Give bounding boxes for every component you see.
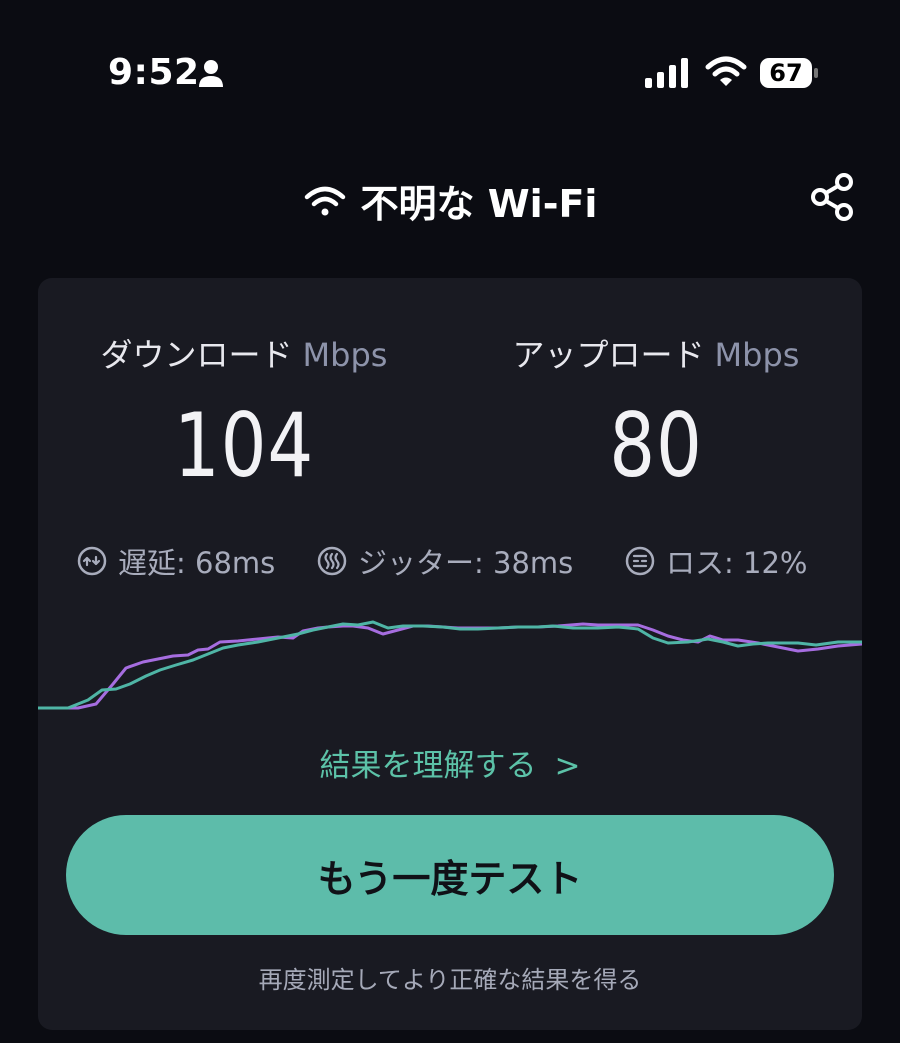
speed-graph (38, 620, 862, 710)
network-name: 不明な Wi-Fi (360, 182, 598, 226)
download-value: 104 (173, 394, 315, 497)
header: 不明な Wi-Fi (0, 165, 900, 235)
download-header: ダウンロード Mbps (38, 330, 450, 376)
upload-header: アップロード Mbps (450, 330, 862, 376)
loss-metric: ロス: 12% (624, 540, 807, 582)
jitter-text: ジッター: 38ms (358, 546, 574, 580)
result-card: ダウンロード Mbps 104 アップロード Mbps 80 遅延: 68ms ジ (38, 278, 862, 1030)
latency-metric: 遅延: 68ms (76, 540, 275, 582)
upload-value: 80 (609, 394, 703, 497)
wifi-icon (304, 186, 345, 215)
download-unit: Mbps (302, 336, 388, 374)
upload-unit: Mbps (714, 336, 800, 374)
jitter-metric: ジッター: 38ms (316, 540, 573, 582)
status-bar: 9:52 67 (0, 0, 900, 140)
latency-text: 遅延: 68ms (118, 546, 276, 580)
understand-link-text: 結果を理解する (319, 748, 537, 784)
loss-text: ロス: 12% (666, 546, 808, 580)
understand-results-link[interactable]: 結果を理解する > (38, 740, 862, 785)
network-title-group: 不明な Wi-Fi (303, 173, 598, 228)
download-label: ダウンロード (100, 336, 293, 374)
status-time: 9:52 (108, 52, 200, 93)
jitter-icon (317, 546, 347, 576)
cellular-signal-icon (645, 58, 688, 88)
battery-indicator: 67 (760, 58, 818, 88)
network-title-wrap: 不明な Wi-Fi (0, 173, 900, 228)
retest-hint: 再度測定してより正確な結果を得る (258, 966, 642, 994)
download-section: ダウンロード Mbps 104 (38, 330, 450, 497)
metrics-row: 遅延: 68ms ジッター: 38ms ロス: 12% (38, 540, 862, 584)
person-icon (199, 60, 223, 87)
upload-section: アップロード Mbps 80 (450, 330, 862, 497)
latency-icon (77, 546, 107, 576)
battery-cap (814, 68, 818, 78)
wifi-status-icon (705, 56, 747, 86)
packet-loss-icon (625, 546, 655, 576)
battery-level: 67 (760, 58, 812, 88)
share-button[interactable] (808, 171, 858, 223)
chevron-right-icon: > (554, 748, 581, 784)
upload-speed-line (38, 620, 862, 710)
download-speed-line (38, 622, 862, 710)
upload-label: アップロード (512, 336, 705, 374)
retest-button[interactable]: もう一度テスト (66, 815, 834, 935)
